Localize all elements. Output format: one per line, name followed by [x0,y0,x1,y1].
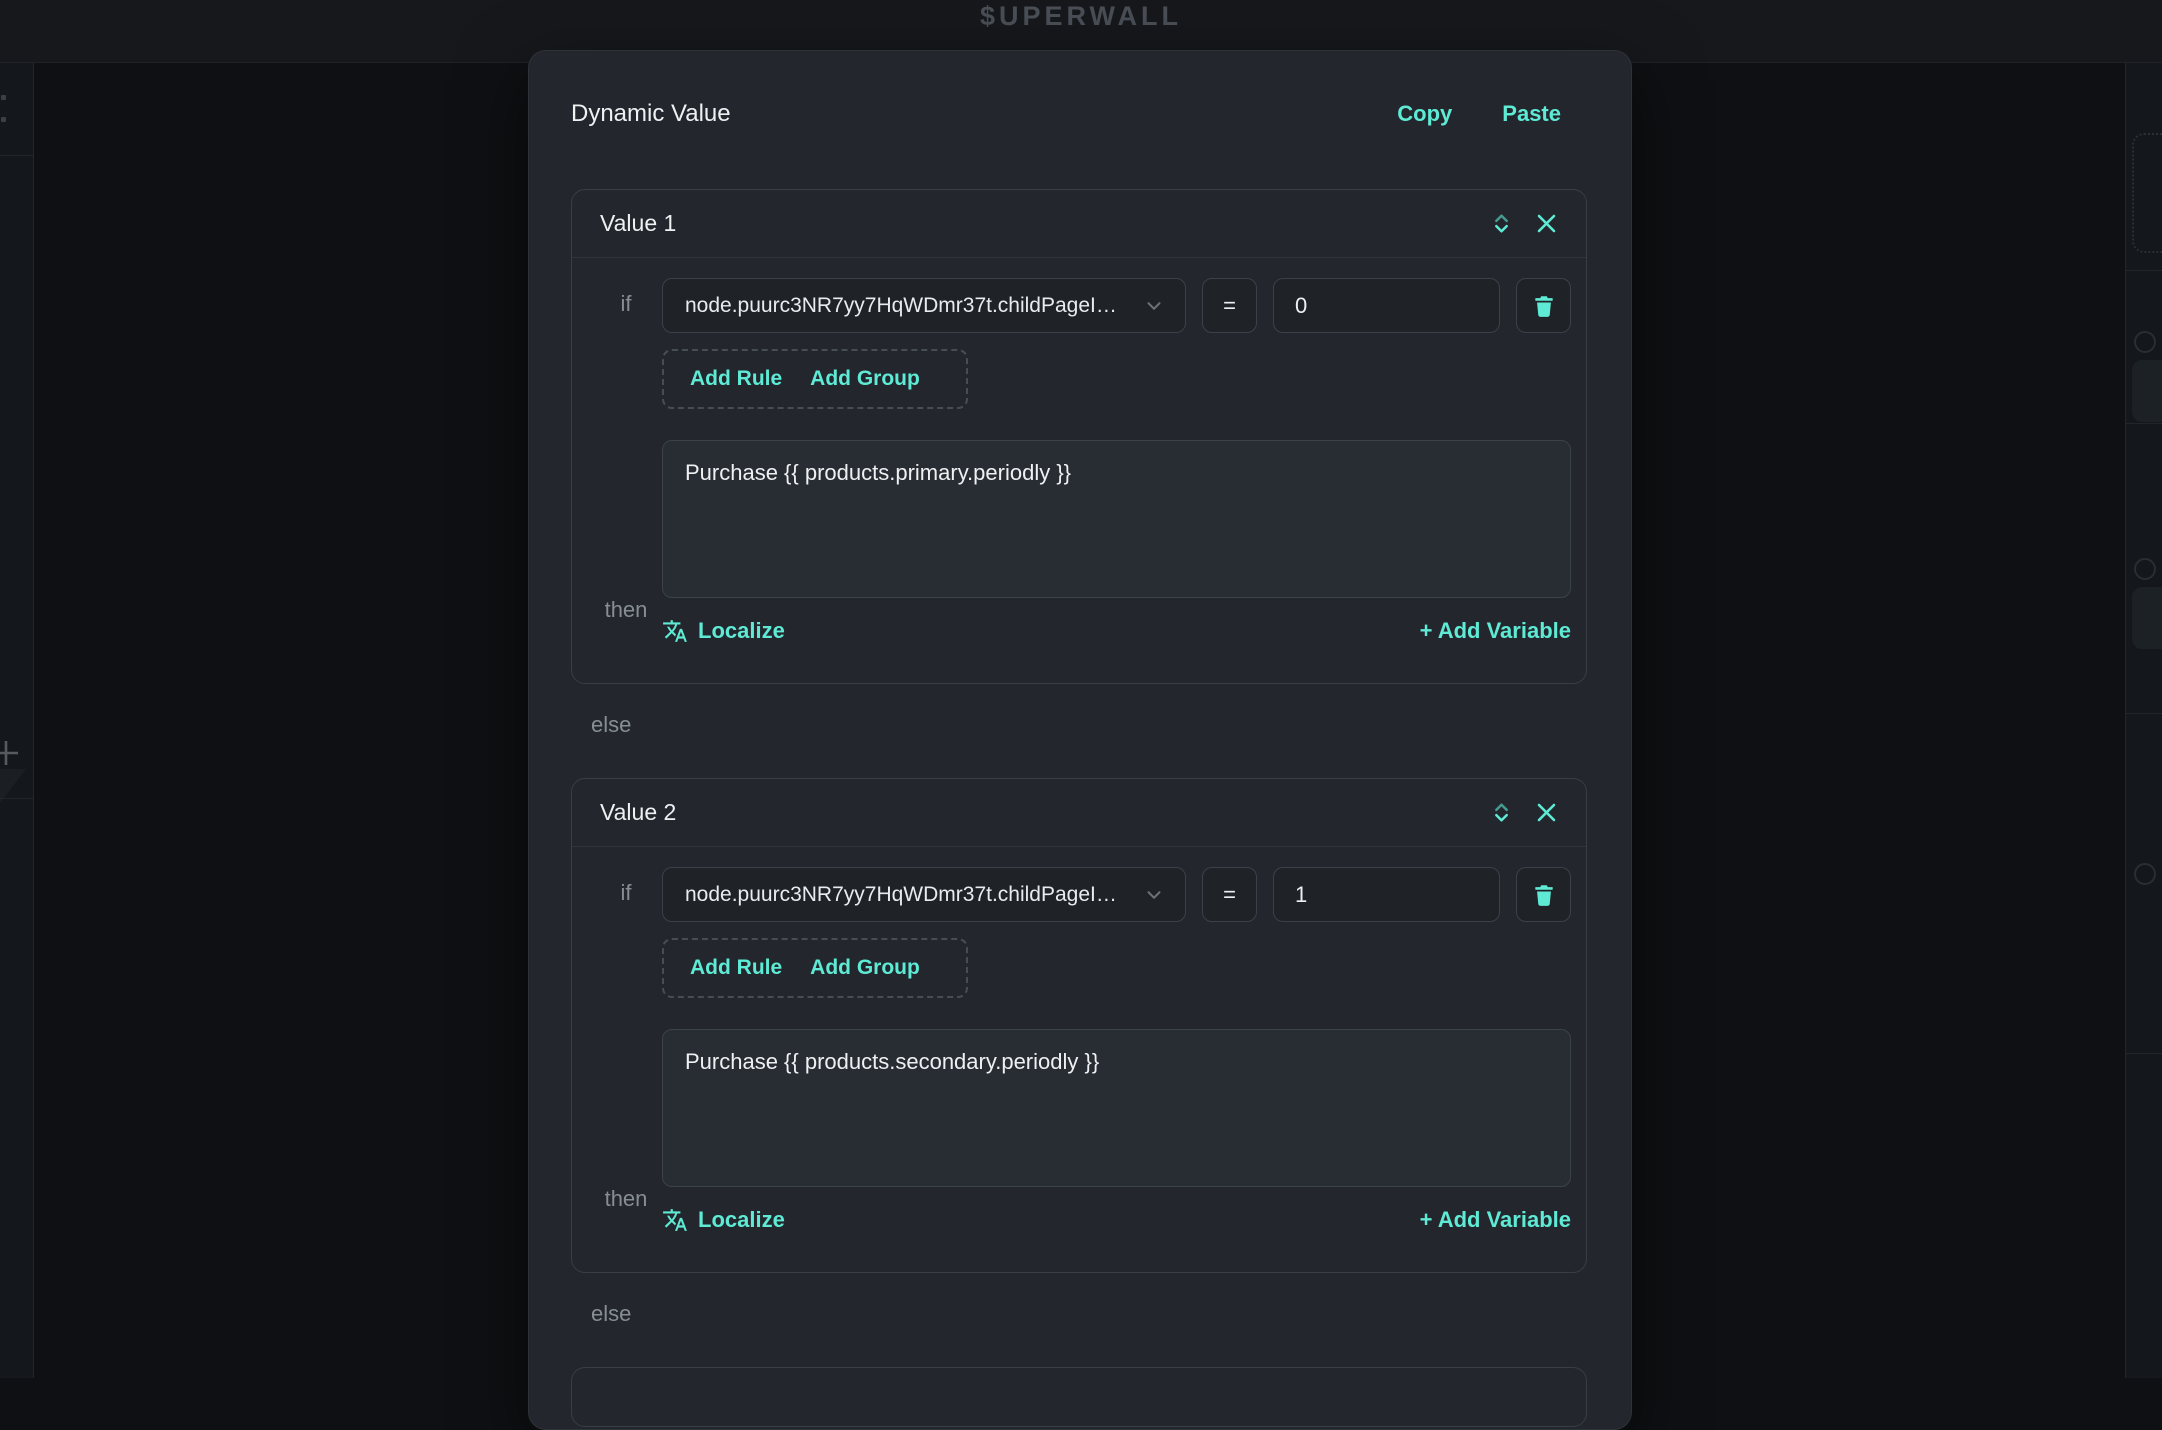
value-header-icons [1488,799,1558,826]
reorder-button[interactable] [1488,799,1515,826]
add-group-button[interactable]: Add Group [810,956,920,980]
if-label-col: if [590,278,662,333]
card-fragment [2132,133,2162,253]
if-label: if [621,278,632,333]
dynamic-value-modal: Dynamic Value Copy Paste Value 1 [528,50,1632,1430]
divider [2126,270,2162,271]
divider [2126,423,2162,424]
left-panel-edge [0,63,34,1378]
then-content: Purchase {{ products.secondary.periodly … [662,1029,1571,1236]
plus-icon [0,735,24,771]
localize-button[interactable]: Localize [662,618,785,644]
operator-button[interactable]: = [1202,867,1257,922]
textarea-toolbar: Localize + Add Variable [662,1204,1571,1236]
reorder-button[interactable] [1488,210,1515,237]
card-fragment [2134,863,2156,885]
chevron-up-down-icon [1488,799,1515,826]
value-1-header: Value 1 [572,190,1586,258]
translate-icon [662,618,688,644]
then-label-col: then [590,1029,662,1236]
close-button[interactable] [1535,212,1558,235]
card-fragment [2134,558,2156,580]
modal-title: Dynamic Value [571,100,731,128]
then-label: then [605,1186,648,1236]
right-panel-edge [2125,63,2162,1378]
value-1-body: if node.puurc3NR7yy7HqWDmr37t.childPageI… [572,258,1586,683]
if-label-col: if [590,867,662,922]
condition-row: if node.puurc3NR7yy7HqWDmr37t.childPageI… [590,278,1571,333]
add-variable-button[interactable]: + Add Variable [1420,618,1571,644]
page: { "header": { "logo": "$UPERWALL" }, "mo… [0,0,2162,1378]
card-fragment [2132,587,2162,649]
value-header-icons [1488,210,1558,237]
chevron-down-icon [1143,884,1165,906]
value-2-section: Value 2 [571,778,1587,1273]
add-rule-button[interactable]: Add Rule [690,956,782,980]
add-variable-button[interactable]: + Add Variable [1420,1207,1571,1233]
close-button[interactable] [1535,801,1558,824]
copy-button[interactable]: Copy [1397,101,1452,127]
condition-field-dropdown[interactable]: node.puurc3NR7yy7HqWDmr37t.childPageI… [662,278,1186,333]
condition-field-dropdown[interactable]: node.puurc3NR7yy7HqWDmr37t.childPageI… [662,867,1186,922]
card-fragment [2134,331,2156,353]
add-actions-group: Add Rule Add Group [662,349,968,409]
add-actions-group: Add Rule Add Group [662,938,968,998]
value-2-body: if node.puurc3NR7yy7HqWDmr37t.childPageI… [572,847,1586,1272]
then-label-col: then [590,440,662,647]
localize-label: Localize [698,1207,785,1233]
else-label: else [591,1301,1587,1327]
localize-label: Localize [698,618,785,644]
then-label: then [605,597,648,647]
value-1-section: Value 1 [571,189,1587,684]
operator-button[interactable]: = [1202,278,1257,333]
add-rule-button[interactable]: Add Rule [690,367,782,391]
value-3-section-partial [571,1367,1587,1427]
delete-rule-button[interactable] [1516,867,1571,922]
then-value-textarea[interactable]: Purchase {{ products.secondary.periodly … [662,1029,1571,1187]
value-2-header: Value 2 [572,779,1586,847]
left-edge-icon-fragment [1,117,6,122]
then-content: Purchase {{ products.primary.periodly }}… [662,440,1571,647]
else-label: else [591,712,1587,738]
comparison-value-input[interactable] [1273,278,1500,333]
then-row: then Purchase {{ products.secondary.peri… [590,1029,1571,1236]
modal-actions: Copy Paste [1397,101,1561,127]
trash-icon [1531,293,1557,319]
left-edge-icon-fragment [1,95,6,100]
condition-field-value: node.puurc3NR7yy7HqWDmr37t.childPageI… [685,883,1117,907]
condition-row: if node.puurc3NR7yy7HqWDmr37t.childPageI… [590,867,1571,922]
if-label: if [621,867,632,922]
modal-header: Dynamic Value Copy Paste [571,96,1587,131]
divider [2126,1053,2162,1054]
add-group-button[interactable]: Add Group [810,367,920,391]
close-icon [1535,801,1558,824]
divider [2126,713,2162,714]
textarea-toolbar: Localize + Add Variable [662,615,1571,647]
trash-icon [1531,882,1557,908]
then-row: then Purchase {{ products.primary.period… [590,440,1571,647]
comparison-value-input[interactable] [1273,867,1500,922]
condition-controls: node.puurc3NR7yy7HqWDmr37t.childPageI… = [662,278,1571,333]
condition-controls: node.puurc3NR7yy7HqWDmr37t.childPageI… = [662,867,1571,922]
card-fragment [2132,360,2162,422]
value-title: Value 1 [600,210,676,237]
divider [0,798,33,799]
localize-button[interactable]: Localize [662,1207,785,1233]
chevron-down-icon [1143,295,1165,317]
paste-button[interactable]: Paste [1502,101,1561,127]
condition-field-value: node.puurc3NR7yy7HqWDmr37t.childPageI… [685,294,1117,318]
close-icon [1535,212,1558,235]
then-value-textarea[interactable]: Purchase {{ products.primary.periodly }} [662,440,1571,598]
divider [0,155,33,156]
superwall-logo: $UPERWALL [980,0,1182,32]
delete-rule-button[interactable] [1516,278,1571,333]
chevron-up-down-icon [1488,210,1515,237]
translate-icon [662,1207,688,1233]
value-title: Value 2 [600,799,676,826]
